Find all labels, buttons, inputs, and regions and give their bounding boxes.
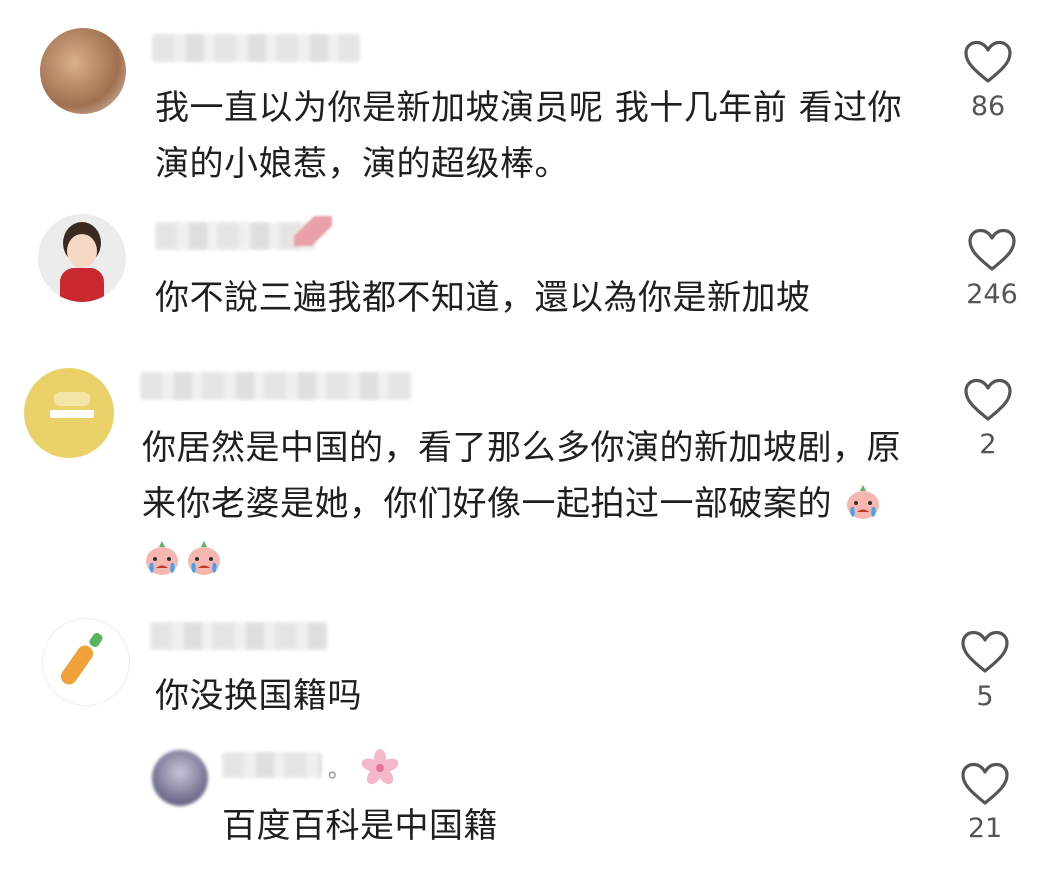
like-button[interactable]: 86 xyxy=(953,40,1023,124)
heart-icon xyxy=(961,762,1009,805)
crying-face-emoji xyxy=(188,541,220,575)
username-badge xyxy=(294,216,332,246)
heart-icon xyxy=(968,228,1016,271)
like-count: 2 xyxy=(979,429,997,460)
heart-icon xyxy=(964,378,1012,421)
crying-face-emoji xyxy=(847,485,880,519)
reply-username-dot: 。 xyxy=(328,758,351,783)
like-button[interactable]: 5 xyxy=(950,630,1020,714)
like-button[interactable]: 2 xyxy=(953,378,1023,462)
like-count: 5 xyxy=(976,681,994,712)
avatar[interactable] xyxy=(24,368,114,458)
comment-body: 你居然是中国的，看了那么多你演的新加坡剧，原来你老婆是她，你们好像一起拍过一部破… xyxy=(142,428,901,524)
comment-text: 我一直以为你是新加坡演员呢 我十几年前 看过你演的小娘惹，演的超级棒。 xyxy=(155,88,903,184)
comment-item: 你不說三遍我都不知道，還以為你是新加坡 246 xyxy=(0,200,1052,350)
reply-text: 百度百科是中国籍 xyxy=(222,806,498,846)
like-button[interactable]: 246 xyxy=(957,228,1027,312)
avatar[interactable] xyxy=(42,618,130,706)
comment-text: 你没换国籍吗 xyxy=(155,676,362,716)
avatar[interactable] xyxy=(38,214,126,302)
crying-face-emoji xyxy=(146,541,178,575)
avatar[interactable] xyxy=(40,28,126,114)
comment-item: 我一直以为你是新加坡演员呢 我十几年前 看过你演的小娘惹，演的超级棒。 86 xyxy=(0,0,1052,200)
comment-text: 你居然是中国的，看了那么多你演的新加坡剧，原来你老婆是她，你们好像一起拍过一部破… xyxy=(142,420,912,588)
reply-avatar[interactable] xyxy=(152,750,208,806)
username[interactable] xyxy=(152,34,360,62)
heart-icon xyxy=(961,630,1009,673)
reply-username[interactable] xyxy=(222,752,322,778)
like-count: 21 xyxy=(967,813,1003,844)
username[interactable] xyxy=(140,372,412,400)
comment-item: 你居然是中国的，看了那么多你演的新加坡剧，原来你老婆是她，你们好像一起拍过一部破… xyxy=(0,360,1052,590)
like-button[interactable]: 21 xyxy=(950,762,1020,846)
comment-text: 你不說三遍我都不知道，還以為你是新加坡 xyxy=(155,278,811,318)
like-count: 246 xyxy=(966,279,1018,310)
username[interactable] xyxy=(155,222,315,250)
heart-icon xyxy=(964,40,1012,83)
like-count: 86 xyxy=(970,91,1006,122)
username[interactable] xyxy=(150,622,328,650)
sakura-icon xyxy=(361,749,399,785)
